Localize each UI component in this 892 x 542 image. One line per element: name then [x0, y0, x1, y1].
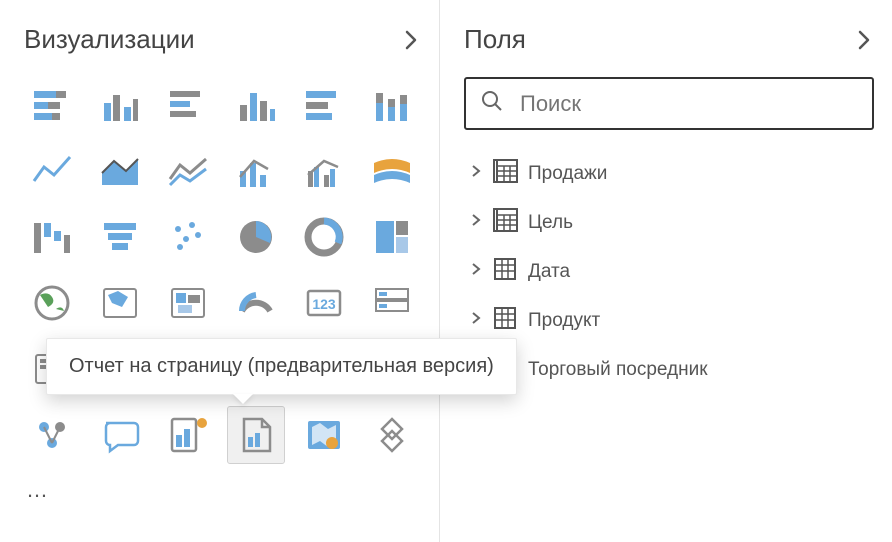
chevron-right-icon [470, 261, 482, 282]
table-row[interactable]: Дата [470, 256, 874, 287]
viz-tooltip: Отчет на страницу (предварительная верси… [46, 338, 517, 395]
table-row[interactable]: Торговый посредник [470, 354, 874, 385]
table-label: Торговый посредник [528, 359, 708, 381]
gauge-icon[interactable] [228, 275, 284, 331]
table-label: Дата [528, 261, 570, 283]
shape-map-icon[interactable] [160, 275, 216, 331]
viz-panel-header: Визуализации [24, 24, 421, 55]
stacked-bar-icon[interactable] [24, 77, 80, 133]
arcgis-icon[interactable] [296, 407, 352, 463]
field-list: Продажи Цель Дата Продукт Торговый посре [464, 158, 874, 385]
search-input[interactable] [520, 91, 858, 117]
card-icon[interactable]: 123 [296, 275, 352, 331]
table-label: Продукт [528, 310, 600, 332]
svg-text:123: 123 [312, 296, 336, 312]
scatter-icon[interactable] [160, 209, 216, 265]
search-box[interactable] [464, 77, 874, 130]
table-label: Цель [528, 212, 573, 234]
calc-table-icon [492, 207, 518, 238]
key-influencers-icon[interactable] [24, 407, 80, 463]
chevron-right-icon [470, 212, 482, 233]
ribbon-icon[interactable] [364, 143, 420, 199]
collapse-viz-icon[interactable] [401, 30, 421, 50]
line-icon[interactable] [24, 143, 80, 199]
qa-icon[interactable] [92, 407, 148, 463]
more-visuals-button[interactable]: … [24, 477, 421, 503]
pie-icon[interactable] [228, 209, 284, 265]
viz-grid: 123 R Py [24, 77, 421, 463]
stacked-bar-h-icon[interactable] [160, 77, 216, 133]
table-row[interactable]: Цель [470, 207, 874, 238]
clustered-bar-icon[interactable] [364, 77, 420, 133]
clustered-column-icon[interactable] [92, 77, 148, 133]
funnel-icon[interactable] [92, 209, 148, 265]
filled-map-icon[interactable] [92, 275, 148, 331]
column-icon[interactable] [228, 77, 284, 133]
visualizations-panel: Визуализации [0, 0, 440, 542]
chevron-right-icon [470, 163, 482, 184]
table-label: Продажи [528, 163, 607, 185]
viz-panel-title: Визуализации [24, 24, 195, 55]
table-icon [492, 256, 518, 287]
calc-table-icon [492, 158, 518, 189]
table-row[interactable]: Продукт [470, 305, 874, 336]
custom-visual-icon[interactable] [364, 407, 420, 463]
treemap-icon[interactable] [364, 209, 420, 265]
collapse-fields-icon[interactable] [854, 30, 874, 50]
fields-panel-title: Поля [464, 24, 526, 55]
chevron-right-icon [470, 310, 482, 331]
search-icon [480, 89, 520, 118]
donut-icon[interactable] [296, 209, 352, 265]
table-icon [492, 305, 518, 336]
stacked-area-icon[interactable] [160, 143, 216, 199]
table-row[interactable]: Продажи [470, 158, 874, 189]
fields-panel-header: Поля [464, 24, 874, 55]
stacked-column-icon[interactable] [296, 77, 352, 133]
fields-panel: Поля Продажи Цель [440, 0, 892, 542]
paginated-report-icon[interactable] [228, 407, 284, 463]
waterfall-icon[interactable] [24, 209, 80, 265]
multirow-card-icon[interactable] [364, 275, 420, 331]
line-clustered-icon[interactable] [296, 143, 352, 199]
line-column-icon[interactable] [228, 143, 284, 199]
area-icon[interactable] [92, 143, 148, 199]
decomposition-icon[interactable] [160, 407, 216, 463]
globe-icon[interactable] [24, 275, 80, 331]
